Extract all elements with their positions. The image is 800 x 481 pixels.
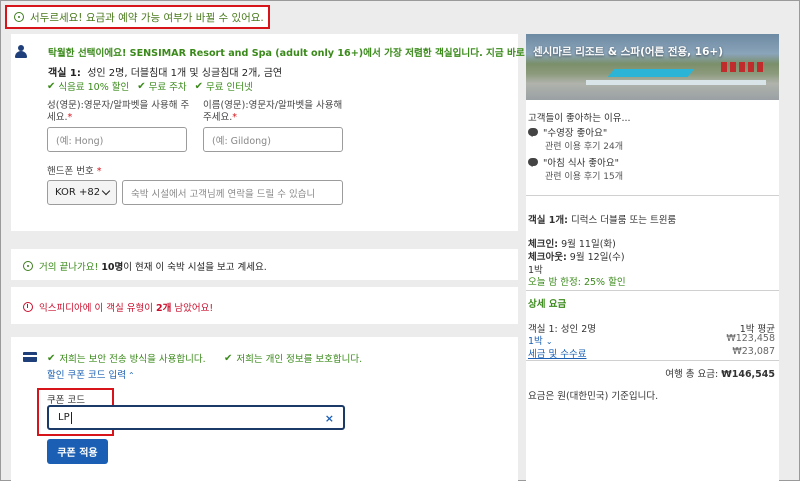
divider [526,290,779,291]
divider [526,195,779,196]
check-icon: ✔ [47,80,56,92]
chevron-up-icon: ⌃ [127,371,135,380]
special-offer: 오늘 밤 한정: 25% 할인 [528,277,626,288]
review-quote: "아침 식사 좋아요" [528,155,619,169]
chevron-down-icon [101,186,111,196]
review-quote: "수영장 좋아요" [528,125,607,139]
country-code-select[interactable]: KOR +82 [47,180,117,205]
clock-icon [23,261,33,271]
text-caret [70,411,72,424]
checkout-date: 체크아웃: 9월 12일(수) [528,252,625,263]
coupon-toggle-link[interactable]: 할인 쿠폰 코드 입력 ⌃ [47,367,135,381]
check-icon: ✔ [137,80,146,92]
person-icon [15,45,27,59]
secure-transfer-note: ✔ 저희는 보안 전송 방식을 사용합니다. [47,352,206,366]
review-count: 관련 이용 후기 24개 [545,142,623,152]
price-night-link[interactable]: 1박 ⌄ [528,333,553,347]
tax-fees-value: ₩23,087 [732,346,775,357]
credit-card-icon [23,352,37,362]
reasons-title: 고객들이 좋아하는 이유... [528,113,631,124]
check-icon: ✔ [47,352,56,364]
coupon-code-input[interactable]: LP × [47,405,345,430]
room-summary: 객실 1: 성인 2명, 더블침대 1개 및 싱글침대 2개, 금연 [48,68,283,79]
hurry-banner-text: 서두르세요! 요금과 예약 가능 여부가 바뀔 수 있어요. [30,11,264,24]
room-type: 객실 1개: 디럭스 더블룸 또는 트윈룸 [528,215,677,226]
alert-icon [23,302,33,312]
perks-list: ✔ 식음료 10% 할인 ✔ 무료 주차 ✔ 무료 인터넷 [47,79,253,94]
phone-label: 핸드폰 번호 * [47,166,102,177]
total-price: 여행 총 요금: ₩146,545 [665,369,775,380]
price-night-value: ₩123,458 [726,333,775,344]
apply-coupon-button[interactable]: 쿠폰 적용 [47,439,108,464]
speech-bubble-icon [528,158,538,167]
hotel-name: 센시마르 리조트 & 스파(어른 전용, 16+) [533,46,724,58]
phone-input[interactable]: 숙박 시설에서 고객님께 연락을 드릴 수 있습니 [122,180,343,205]
check-icon: ✔ [194,80,204,92]
coupon-label: 쿠폰 코드 [47,395,85,406]
divider [526,360,779,361]
check-icon: ✔ [224,352,233,364]
checkin-date: 체크인: 9월 11일(화) [528,239,616,250]
perk-item: ✔ 무료 인터넷 [194,80,253,94]
last-name-input[interactable]: (예: Hong) [47,127,187,152]
clock-icon [14,12,24,22]
promo-text: 탁월한 선택이에요! SENSIMAR Resort and Spa (adul… [48,48,577,59]
clear-icon[interactable]: × [325,412,334,425]
first-name-input[interactable]: (예: Gildong) [203,127,343,152]
price-details-header: 상세 요금 [528,299,567,310]
chevron-down-icon: ⌄ [545,337,553,346]
perk-item: ✔ 무료 주차 [137,80,187,94]
hurry-banner: 서두르세요! 요금과 예약 가능 여부가 바뀔 수 있어요. [5,5,270,29]
rooms-left-alert: 익스피디아에 이 객실 유형이 2개 남았어요! [23,300,213,314]
perk-item: ✔ 식음료 10% 할인 [47,80,130,94]
speech-bubble-icon [528,128,538,137]
privacy-note: ✔ 저희는 개인 정보를 보호합니다. [224,352,363,366]
tax-fees-link[interactable]: 세금 및 수수료 [528,346,586,360]
last-name-label: 성(영문):영문자/알파벳을 사용해 주 세요.* [47,100,190,123]
first-name-label: 이름(영문):영문자/알파벳을 사용해 주세요.* [203,100,343,123]
currency-note: 요금은 원(대한민국) 기준입니다. [528,391,659,402]
viewing-alert: 거의 끝나가요! 10명이 현재 이 숙박 시설을 보고 계세요. [23,259,267,273]
review-count: 관련 이용 후기 15개 [545,172,623,182]
hotel-image: 센시마르 리조트 & 스파(어른 전용, 16+) [526,34,779,100]
